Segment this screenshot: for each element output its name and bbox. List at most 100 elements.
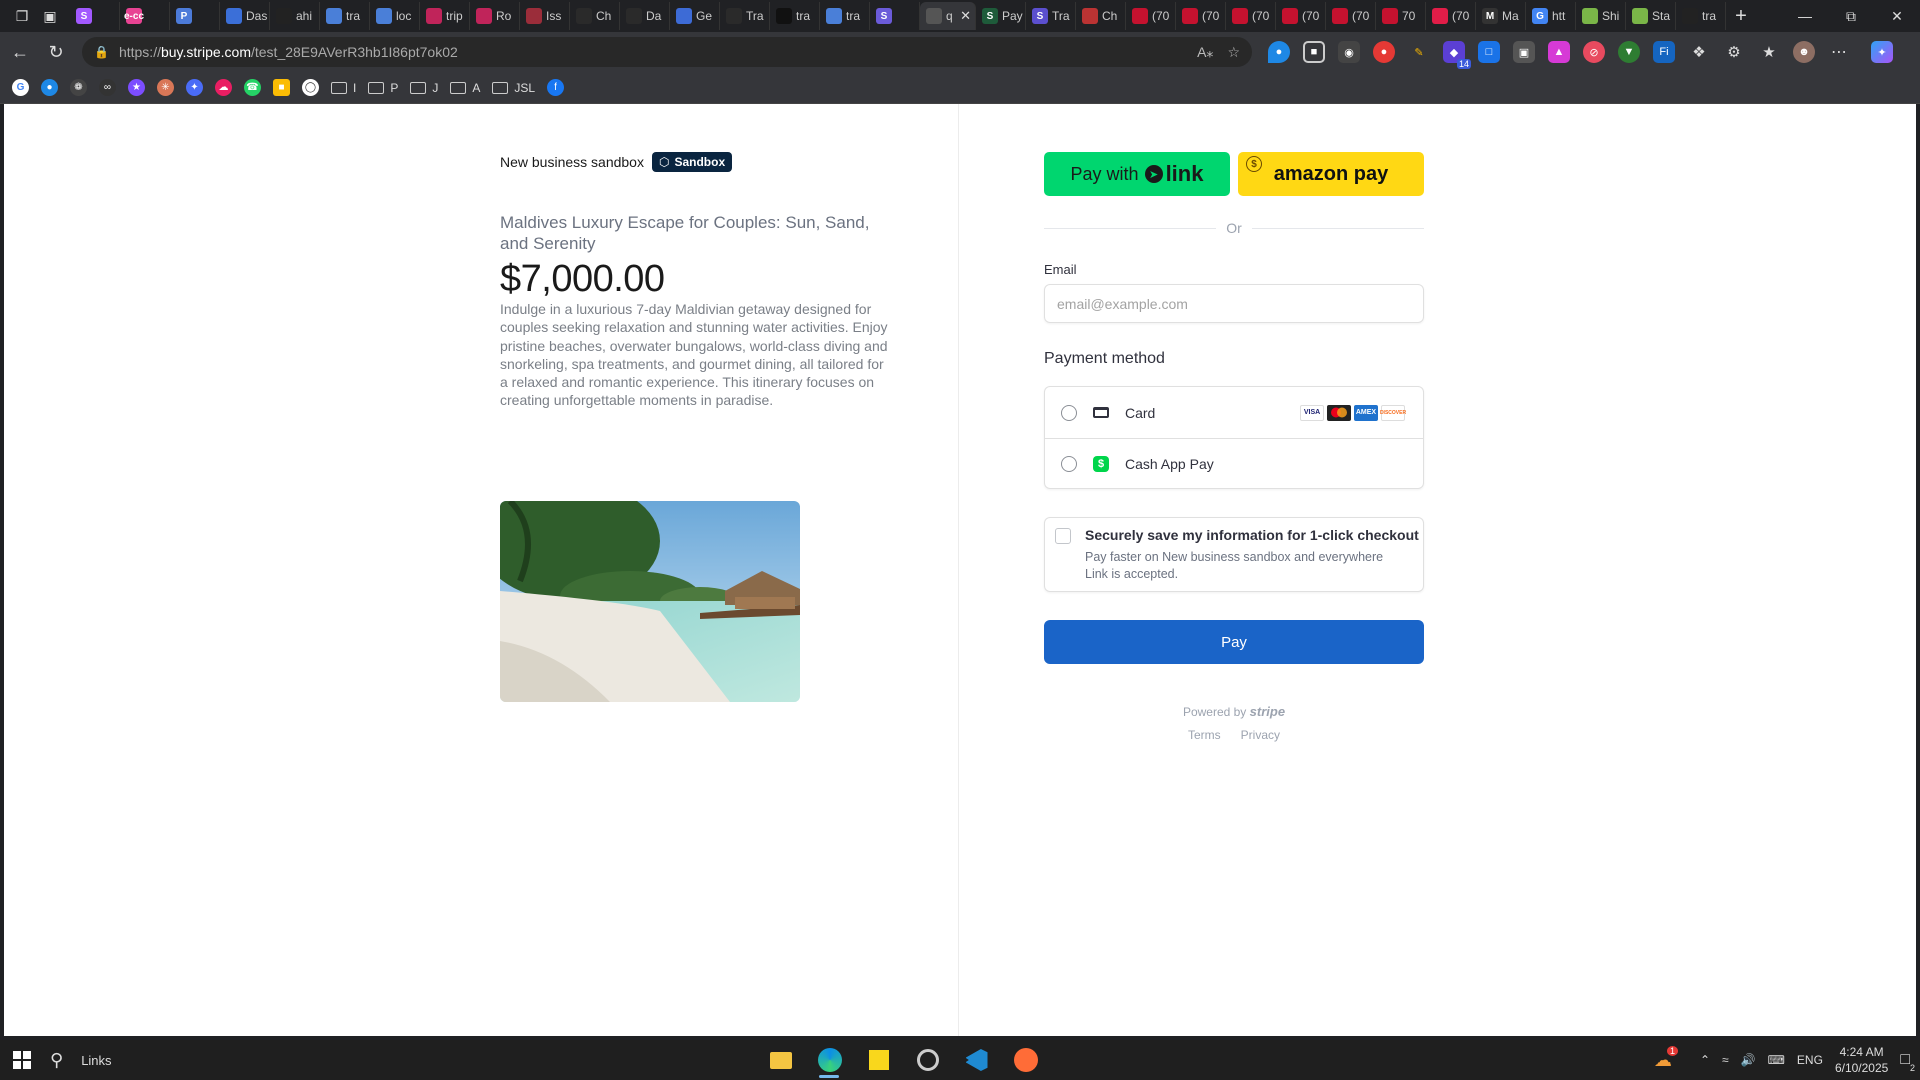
save-info-checkbox[interactable]	[1055, 528, 1071, 544]
taskbar-search[interactable]: ⚲ Links	[50, 1050, 112, 1071]
postman-icon[interactable]	[1001, 1040, 1050, 1080]
restore-button[interactable]: ⧉	[1828, 0, 1874, 32]
pay-button[interactable]: Pay	[1044, 620, 1424, 664]
show-hidden-icons-icon[interactable]: ⌃	[1700, 1053, 1710, 1067]
browser-tab[interactable]: S Tra	[1026, 2, 1076, 30]
extension-badge-icon[interactable]: ◆ 14	[1443, 41, 1471, 69]
bookmark-cloud[interactable]: ☁	[215, 79, 232, 96]
bookmark-folder-5[interactable]: JSL	[492, 81, 535, 95]
browser-tab[interactable]: P	[170, 2, 220, 30]
extension-purple-icon[interactable]: ▲	[1548, 41, 1570, 63]
browser-tab[interactable]: tra	[320, 2, 370, 30]
extension-snap-icon[interactable]: ▣	[1513, 41, 1535, 63]
browser-tab[interactable]: Shi	[1576, 2, 1626, 30]
tab-active[interactable]: q ✕	[920, 2, 976, 30]
cash-app-radio[interactable]	[1061, 456, 1077, 472]
browser-tab[interactable]: Sta	[1626, 2, 1676, 30]
keyboard-icon[interactable]: ⌨	[1768, 1053, 1785, 1067]
browser-tab[interactable]: S	[870, 2, 920, 30]
browser-tab[interactable]: M Ma	[1476, 2, 1526, 30]
start-button[interactable]	[0, 1040, 44, 1080]
new-tab-button[interactable]: +	[1726, 5, 1756, 28]
edge-browser-icon[interactable]	[805, 1040, 854, 1080]
volume-icon[interactable]: 🔊	[1741, 1053, 1756, 1067]
browser-tab[interactable]: (70	[1426, 2, 1476, 30]
browser-tab[interactable]: Ch	[1076, 2, 1126, 30]
bookmark-opera[interactable]: ◯	[302, 79, 319, 96]
bookmark-gemini[interactable]: ✦	[186, 79, 203, 96]
extension-green-icon[interactable]: ▼	[1618, 41, 1640, 63]
browser-tab[interactable]: Tra	[720, 2, 770, 30]
browser-tab[interactable]: Das	[220, 2, 270, 30]
extension-screen-icon[interactable]: ■	[1303, 41, 1325, 63]
payment-option-card[interactable]: Card VISA AMEX DISCOVER	[1045, 387, 1423, 438]
file-explorer-icon[interactable]	[756, 1040, 805, 1080]
bookmark-folder-4[interactable]: A	[450, 81, 480, 95]
bookmark-claude[interactable]: ✳	[157, 79, 174, 96]
browser-tab[interactable]: S	[70, 2, 120, 30]
extension-block-icon[interactable]: ⊘	[1583, 41, 1605, 63]
browser-tab[interactable]: Ch	[570, 2, 620, 30]
browser-tab[interactable]: Ghtt	[1526, 2, 1576, 30]
extensions-puzzle-icon[interactable]: ❖	[1688, 41, 1710, 63]
settings-more-icon[interactable]: ⋯	[1828, 41, 1850, 63]
read-aloud-icon[interactable]: A⁎	[1197, 44, 1213, 61]
privacy-link[interactable]: Privacy	[1241, 728, 1280, 742]
sticky-notes-icon[interactable]	[854, 1040, 903, 1080]
site-info-icon[interactable]: 🔒	[94, 45, 109, 59]
close-window-button[interactable]: ✕	[1874, 0, 1920, 32]
amazon-pay-button[interactable]: $ amazon pay	[1238, 152, 1424, 196]
payment-option-cash-app[interactable]: $ Cash App Pay	[1045, 438, 1423, 489]
browser-tab[interactable]: Ge	[670, 2, 720, 30]
bookmark-keep[interactable]: ■	[273, 79, 290, 96]
browser-tab[interactable]: Iss	[520, 2, 570, 30]
bookmark-facebook[interactable]: f	[547, 79, 565, 96]
browser-tab[interactable]: (70	[1176, 2, 1226, 30]
browser-tab[interactable]: S Pay	[976, 2, 1026, 30]
browser-tab[interactable]: 70	[1376, 2, 1426, 30]
bookmark-google[interactable]: G	[12, 79, 29, 96]
tab-actions-icon[interactable]: ▣	[36, 2, 64, 30]
workspaces-icon[interactable]: ❐	[8, 2, 36, 30]
browser-tab[interactable]: Da	[620, 2, 670, 30]
taskbar-clock[interactable]: 4:24 AM 6/10/2025	[1835, 1044, 1888, 1076]
bookmark-openai[interactable]: ❁	[70, 79, 87, 96]
browser-tab[interactable]: tra	[1676, 2, 1726, 30]
favorite-star-icon[interactable]: ☆	[1227, 44, 1240, 61]
browser-tab[interactable]: trip	[420, 2, 470, 30]
extension-pin-icon[interactable]: ●	[1268, 41, 1290, 63]
app-clock-icon[interactable]	[903, 1040, 952, 1080]
copilot-icon[interactable]: ✦	[1871, 41, 1893, 63]
browser-tab[interactable]: e-cc	[120, 2, 170, 30]
powered-by-stripe[interactable]: Powered by stripe	[1044, 704, 1424, 719]
browser-tab[interactable]: (70	[1276, 2, 1326, 30]
browser-tab[interactable]: (70	[1126, 2, 1176, 30]
bookmark-folder-1[interactable]: I	[331, 81, 356, 95]
back-button[interactable]: ←	[2, 36, 38, 68]
extension-red-icon[interactable]: ●	[1373, 41, 1395, 63]
notifications-icon[interactable]: □ 2	[1900, 1051, 1915, 1073]
browser-tab[interactable]: (70	[1326, 2, 1376, 30]
language-indicator[interactable]: ENG	[1797, 1053, 1823, 1067]
bookmark-folder-3[interactable]: J	[410, 81, 438, 95]
profile-avatar[interactable]: ☻	[1793, 41, 1815, 63]
extension-camera-icon[interactable]: ◉	[1338, 41, 1360, 63]
extension-fi-icon[interactable]: Fi	[1653, 41, 1675, 63]
bookmark-perplexity[interactable]: ∞	[99, 79, 116, 96]
browser-tab[interactable]: Ro	[470, 2, 520, 30]
minimize-button[interactable]: —	[1782, 0, 1828, 32]
browser-tab[interactable]: (70	[1226, 2, 1276, 30]
email-field[interactable]: email@example.com	[1044, 284, 1424, 323]
vscode-icon[interactable]	[952, 1040, 1001, 1080]
pay-with-link-button[interactable]: Pay with ➤ link	[1044, 152, 1230, 196]
refresh-button[interactable]: ↻	[38, 36, 74, 68]
bookmark-whatsapp[interactable]: ☎	[244, 79, 261, 96]
bookmark-star[interactable]: ★	[128, 79, 145, 96]
terms-link[interactable]: Terms	[1188, 728, 1221, 742]
bookmark-pin[interactable]: ●	[41, 79, 58, 96]
bookmark-folder-2[interactable]: P	[368, 81, 398, 95]
browser-tab[interactable]: tra	[770, 2, 820, 30]
favorites-icon[interactable]: ★	[1758, 41, 1780, 63]
wifi-icon[interactable]: ≈	[1722, 1053, 1729, 1067]
performance-icon[interactable]: ⚙	[1723, 41, 1745, 63]
